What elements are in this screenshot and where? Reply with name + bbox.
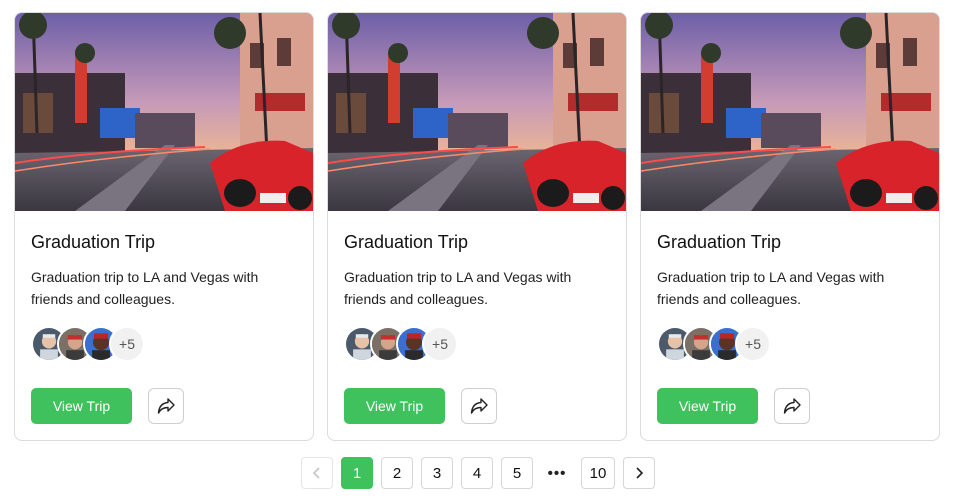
page-10-button[interactable]: 10 xyxy=(581,457,615,489)
more-members-badge[interactable]: +5 xyxy=(735,326,771,362)
more-members-badge[interactable]: +5 xyxy=(422,326,458,362)
trip-cover-image xyxy=(328,13,626,211)
page-3-button[interactable]: 3 xyxy=(421,457,453,489)
view-trip-button[interactable]: View Trip xyxy=(344,388,445,424)
share-button[interactable] xyxy=(148,388,184,424)
member-avatars[interactable]: +5 xyxy=(31,326,297,362)
page-4-button[interactable]: 4 xyxy=(461,457,493,489)
trip-card: Graduation Trip Graduation trip to LA an… xyxy=(14,12,314,441)
trip-title: Graduation Trip xyxy=(31,232,156,252)
share-button[interactable] xyxy=(774,388,810,424)
trip-description: Graduation trip to LA and Vegas with fri… xyxy=(344,269,572,307)
chevron-left-icon xyxy=(312,467,320,479)
view-trip-button[interactable]: View Trip xyxy=(31,388,132,424)
trip-description: Graduation trip to LA and Vegas with fri… xyxy=(657,269,885,307)
view-trip-button[interactable]: View Trip xyxy=(657,388,758,424)
member-avatars[interactable]: +5 xyxy=(344,326,610,362)
chevron-right-icon xyxy=(636,467,644,479)
share-icon xyxy=(783,398,801,414)
member-avatars[interactable]: +5 xyxy=(657,326,923,362)
trip-card: Graduation Trip Graduation trip to LA an… xyxy=(327,12,627,441)
trip-cover-image xyxy=(641,13,939,211)
page-5-button[interactable]: 5 xyxy=(501,457,533,489)
trip-title: Graduation Trip xyxy=(657,232,782,252)
more-members-badge[interactable]: +5 xyxy=(109,326,145,362)
share-icon xyxy=(157,398,175,414)
trip-cover-image xyxy=(15,13,313,211)
share-button[interactable] xyxy=(461,388,497,424)
pagination-ellipsis[interactable]: ••• xyxy=(541,457,573,489)
trip-description: Graduation trip to LA and Vegas with fri… xyxy=(31,269,259,307)
trip-title: Graduation Trip xyxy=(344,232,469,252)
page-2-button[interactable]: 2 xyxy=(381,457,413,489)
pagination: 1 2 3 4 5 ••• 10 xyxy=(301,457,663,489)
next-page-button[interactable] xyxy=(623,457,655,489)
trip-card: Graduation Trip Graduation trip to LA an… xyxy=(640,12,940,441)
page-1-button[interactable]: 1 xyxy=(341,457,373,489)
trip-card-list: Graduation Trip Graduation trip to LA an… xyxy=(14,12,940,441)
previous-page-button[interactable] xyxy=(301,457,333,489)
share-icon xyxy=(470,398,488,414)
